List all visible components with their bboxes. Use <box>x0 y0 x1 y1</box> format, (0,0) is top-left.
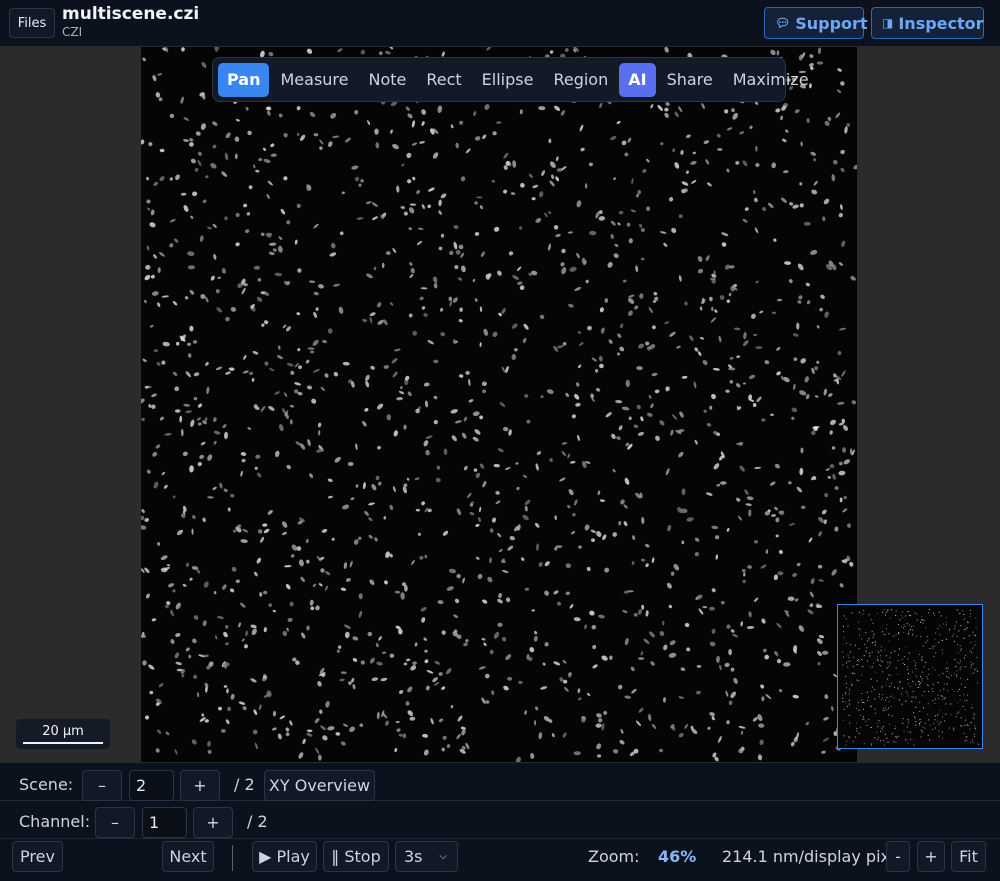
divider <box>232 845 233 871</box>
scene-total: / 2 <box>234 775 255 794</box>
resolution-readout: 214.1 nm/display pixel <box>722 847 904 866</box>
scene-label: Scene: <box>19 775 74 794</box>
channel-label: Channel: <box>19 812 91 831</box>
tool-maximize[interactable]: Maximize <box>724 63 818 97</box>
channel-increment-button[interactable]: + <box>193 807 233 838</box>
tool-region[interactable]: Region <box>544 63 617 97</box>
files-button[interactable]: Files <box>9 8 55 38</box>
minimap-image <box>842 609 979 746</box>
channel-input[interactable]: 1 <box>142 807 187 838</box>
file-type: CZI <box>62 25 83 39</box>
zoom-value: 46% <box>658 847 697 866</box>
tool-ellipse[interactable]: Ellipse <box>473 63 543 97</box>
tool-measure[interactable]: Measure <box>271 63 357 97</box>
microscopy-image <box>141 47 857 762</box>
scale-bar-label: 20 µm <box>42 724 84 739</box>
scene-input[interactable]: 2 <box>129 770 174 801</box>
bottom-controls: Scene: – 2 + / 2 XY Overview Channel: – … <box>0 763 1000 881</box>
tool-share[interactable]: Share <box>658 63 722 97</box>
playback-row: Prev Next ▶ Play ‖ Stop 3s ⌵ Zoom: 46% 2… <box>0 839 1000 879</box>
channel-total: / 2 <box>247 812 268 831</box>
next-button[interactable]: Next <box>162 841 214 872</box>
top-bar: Files multiscene.czi CZI 💬︎ Support ◨ In… <box>0 0 1000 46</box>
support-label: Support <box>795 13 868 33</box>
scene-decrement-button[interactable]: – <box>82 770 122 801</box>
tool-toolbar: Pan Measure Note Rect Ellipse Region AI … <box>212 57 809 102</box>
inspector-button[interactable]: ◨ Inspector <box>871 7 984 39</box>
tool-rect[interactable]: Rect <box>417 63 470 97</box>
tool-ai[interactable]: AI <box>619 62 656 97</box>
channel-decrement-button[interactable]: – <box>95 807 135 838</box>
scale-bar-line <box>23 742 103 744</box>
file-name: multiscene.czi <box>62 4 200 24</box>
minimap[interactable] <box>837 604 983 749</box>
inspector-label: Inspector <box>898 13 984 33</box>
zoom-label: Zoom: <box>588 847 640 866</box>
scene-increment-button[interactable]: + <box>180 770 220 801</box>
channel-row: Channel: – 1 + / 2 <box>0 801 1000 839</box>
scene-row: Scene: – 2 + / 2 XY Overview <box>0 763 1000 801</box>
tool-note[interactable]: Note <box>359 63 415 97</box>
chat-icon: 💬︎ <box>775 16 791 30</box>
scale-bar: 20 µm <box>16 719 110 749</box>
prev-button[interactable]: Prev <box>12 841 63 872</box>
play-button[interactable]: ▶ Play <box>252 841 317 872</box>
panel-icon: ◨ <box>882 16 894 30</box>
chevron-down-icon: ⌵ <box>439 851 447 862</box>
interval-select[interactable]: 3s ⌵ <box>395 841 458 872</box>
interval-value: 3s <box>404 847 423 866</box>
zoom-in-button[interactable]: + <box>917 841 945 872</box>
zoom-out-button[interactable]: - <box>886 841 910 872</box>
stop-button[interactable]: ‖ Stop <box>323 841 389 872</box>
tool-pan[interactable]: Pan <box>218 62 270 97</box>
fit-button[interactable]: Fit <box>951 841 986 872</box>
image-viewer[interactable] <box>141 47 857 762</box>
xy-overview-button[interactable]: XY Overview <box>264 770 375 801</box>
support-button[interactable]: 💬︎ Support <box>764 7 868 39</box>
